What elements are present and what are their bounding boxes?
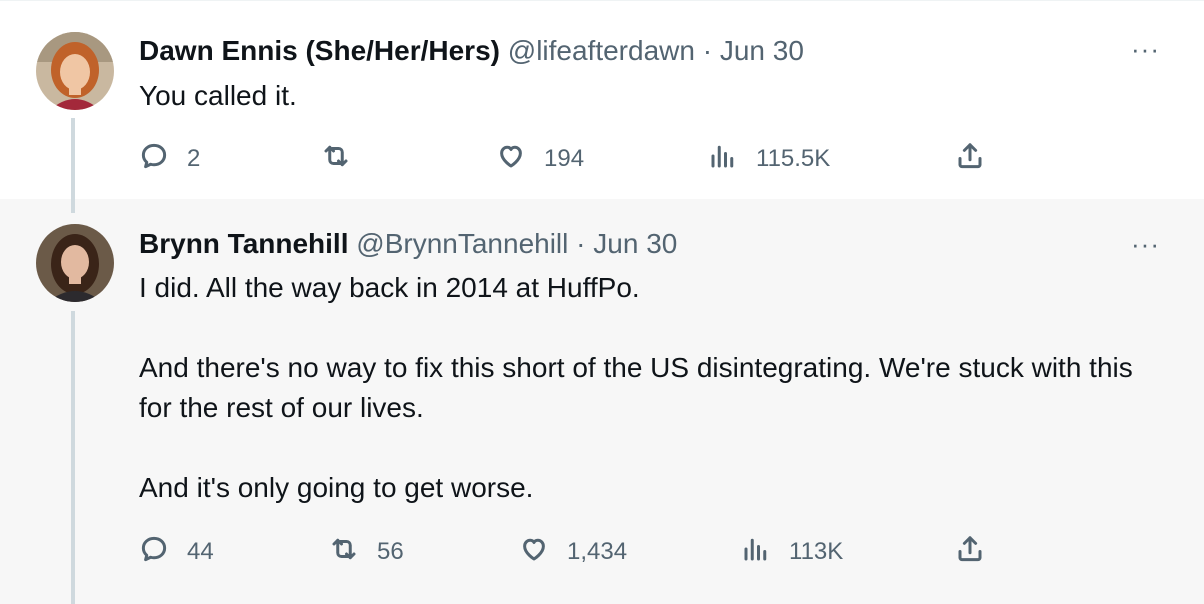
like-button[interactable]: 194 <box>496 141 584 177</box>
separator-dot: · <box>576 228 586 259</box>
tweet-text: You called it. <box>139 76 1159 116</box>
tweet-paragraph: You called it. <box>139 80 297 111</box>
separator-dot: · <box>702 35 713 66</box>
views-button[interactable]: 113K <box>741 534 843 570</box>
like-count: 194 <box>544 145 585 172</box>
reply-button[interactable]: 2 <box>139 141 200 177</box>
tweet[interactable]: Brynn Tannehill @BrynnTannehill · Jun 30… <box>0 199 1204 604</box>
avatar[interactable] <box>36 32 114 110</box>
like-icon <box>496 141 526 178</box>
like-icon <box>519 534 549 571</box>
thread-connector <box>71 311 75 604</box>
tweet[interactable]: Dawn Ennis (She/Her/Hers) @lifeafterdawn… <box>0 0 1204 200</box>
views-count: 115.5K <box>756 145 831 172</box>
thread-connector <box>71 118 75 200</box>
tweet-text: I did. All the way back in 2014 at HuffP… <box>139 268 1159 508</box>
retweet-button[interactable] <box>321 141 351 177</box>
reply-icon <box>139 534 169 571</box>
display-name[interactable]: Dawn Ennis (She/Her/Hers) <box>139 35 500 66</box>
like-count: 1,434 <box>567 538 628 565</box>
reply-icon <box>139 141 169 178</box>
user-handle[interactable]: @lifeafterdawn <box>508 35 695 66</box>
retweet-button[interactable]: 56 <box>329 534 404 570</box>
tweet-thread: Dawn Ennis (She/Her/Hers) @lifeafterdawn… <box>0 0 1204 604</box>
tweet-date[interactable]: Jun 30 <box>720 35 804 66</box>
retweet-count: 56 <box>377 538 404 565</box>
display-name[interactable]: Brynn Tannehill <box>139 228 349 259</box>
tweet-paragraph: I did. All the way back in 2014 at HuffP… <box>139 272 640 303</box>
tweet-header: Dawn Ennis (She/Her/Hers) @lifeafterdawn… <box>139 34 804 68</box>
user-handle[interactable]: @BrynnTannehill <box>356 228 568 259</box>
share-button[interactable] <box>955 534 985 570</box>
avatar[interactable] <box>36 224 114 302</box>
more-options-icon[interactable]: ··· <box>1131 36 1160 62</box>
share-icon <box>955 534 985 571</box>
share-button[interactable] <box>955 141 985 177</box>
retweet-icon <box>321 141 351 178</box>
thread-connector <box>71 199 75 213</box>
views-count: 113K <box>789 538 844 565</box>
like-button[interactable]: 1,434 <box>519 534 627 570</box>
share-icon <box>955 141 985 178</box>
retweet-icon <box>329 534 359 571</box>
reply-count: 44 <box>187 538 214 565</box>
reply-button[interactable]: 44 <box>139 534 214 570</box>
tweet-header: Brynn Tannehill @BrynnTannehill · Jun 30 <box>139 227 677 261</box>
views-icon <box>708 141 738 178</box>
views-icon <box>741 534 771 571</box>
tweet-date[interactable]: Jun 30 <box>593 228 677 259</box>
tweet-paragraph: And there's no way to fix this short of … <box>139 352 1133 423</box>
views-button[interactable]: 115.5K <box>708 141 830 177</box>
reply-count: 2 <box>187 145 201 172</box>
more-options-icon[interactable]: ··· <box>1131 231 1160 257</box>
tweet-paragraph: And it's only going to get worse. <box>139 472 534 503</box>
